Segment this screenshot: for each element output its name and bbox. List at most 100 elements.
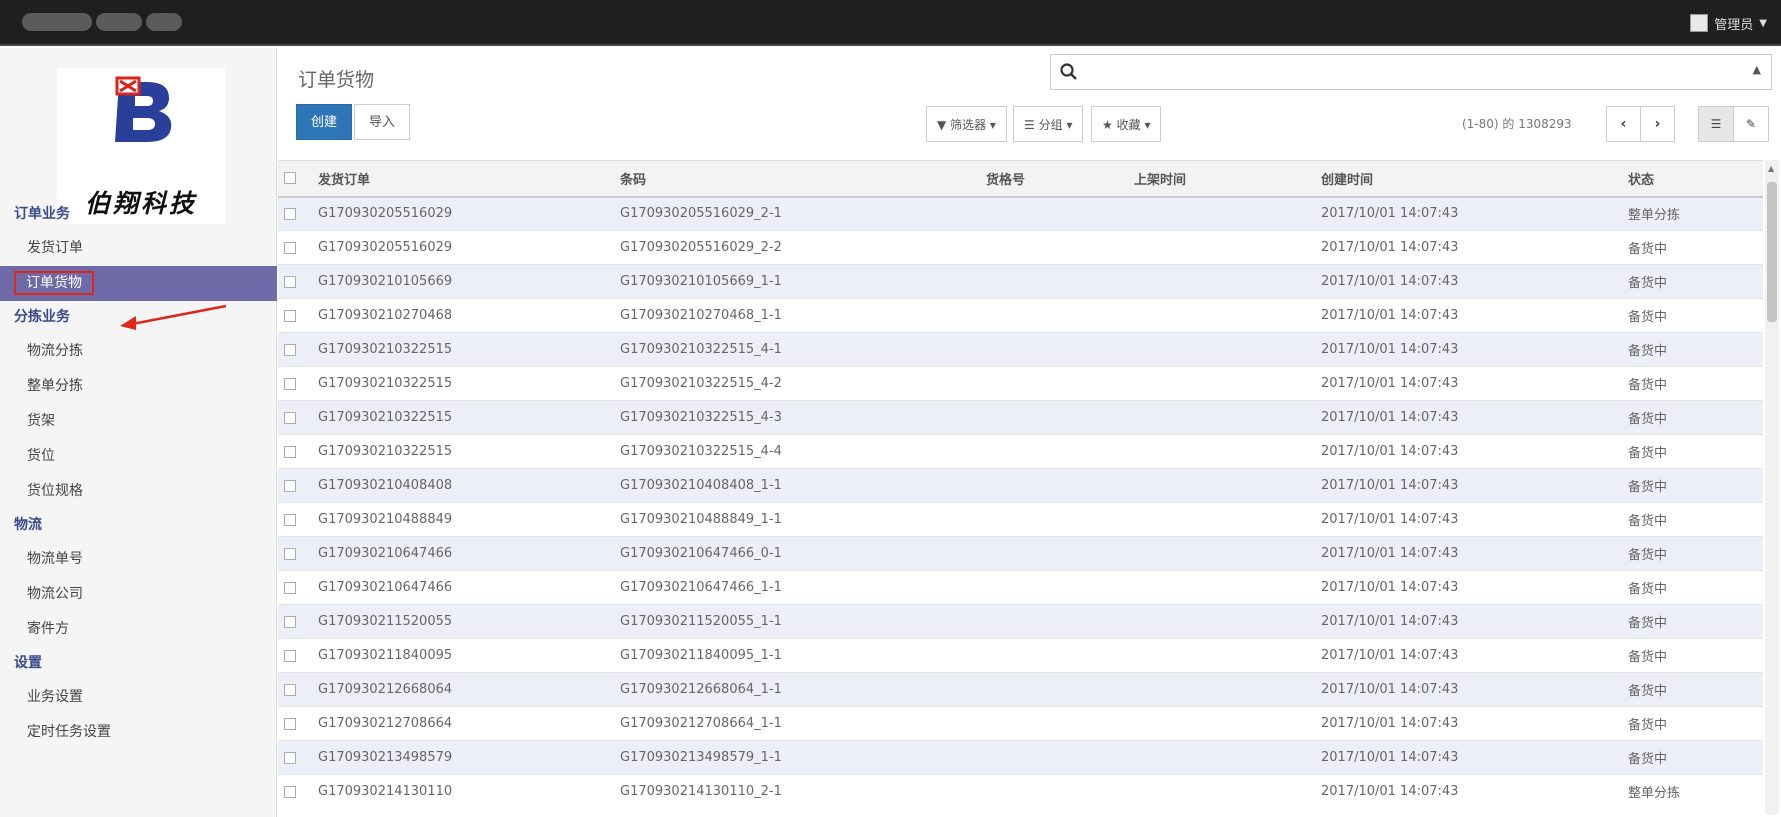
table-row[interactable]: G170930214130110 G170930214130110_2-1 2017… — [278, 774, 1763, 809]
table-row[interactable]: G170930210647466 G170930210647466_0-1 2017… — [278, 536, 1763, 571]
sidebar-section-settings[interactable]: 设置 — [0, 647, 277, 680]
cell-created-time: 2017/10/01 14:07:43 — [1315, 502, 1622, 537]
column-header-slot-number[interactable]: 货格号 — [980, 160, 1128, 198]
scroll-up-icon[interactable]: ▲ — [1768, 164, 1774, 173]
cell-shelved-time — [1128, 468, 1315, 503]
row-checkbox[interactable] — [284, 309, 296, 322]
pager-previous-button[interactable]: ‹ — [1606, 106, 1641, 142]
row-checkbox[interactable] — [284, 615, 296, 628]
cell-status: 备货中 — [1622, 536, 1763, 571]
cell-barcode: G170930210322515_4-1 — [614, 332, 980, 367]
sidebar-item-tracking-number[interactable]: 物流单号 — [0, 542, 277, 577]
row-checkbox[interactable] — [284, 751, 296, 764]
sidebar-item-order-sorting[interactable]: 整单分拣 — [0, 369, 277, 404]
cell-shelved-time — [1128, 332, 1315, 367]
cell-status: 备货中 — [1622, 264, 1763, 299]
search-input[interactable] — [1087, 59, 1707, 85]
column-header-created-time[interactable]: 创建时间 — [1315, 160, 1622, 198]
row-checkbox[interactable] — [284, 411, 296, 424]
table-row[interactable]: G170930210647466 G170930210647466_1-1 2017… — [278, 570, 1763, 605]
table-row[interactable]: G170930210408408 G170930210408408_1-1 2017… — [278, 468, 1763, 503]
sidebar-item-order-goods[interactable]: 订单货物 — [0, 266, 277, 301]
chevron-right-icon: › — [1654, 116, 1661, 132]
cell-barcode: G170930205516029_2-1 — [614, 196, 980, 231]
sidebar-section-order[interactable]: 订单业务 — [0, 198, 277, 231]
group-by-button[interactable]: ☰ 分组 ▾ — [1013, 106, 1084, 142]
cell-status: 整单分拣 — [1622, 196, 1763, 231]
cell-shipping-order: G170930210322515 — [312, 400, 614, 435]
sidebar-item-shelf[interactable]: 货架 — [0, 404, 277, 439]
row-checkbox[interactable] — [284, 717, 296, 730]
table-row[interactable]: G170930210105669 G170930210105669_1-1 2017… — [278, 264, 1763, 299]
sidebar-item-logistics-company[interactable]: 物流公司 — [0, 577, 277, 612]
sidebar-item-shipping-orders[interactable]: 发货订单 — [0, 231, 277, 266]
column-header-shipping-order[interactable]: 发货订单 — [312, 160, 614, 198]
cell-slot-number — [980, 434, 1128, 469]
chevron-up-icon[interactable]: ▲ — [1753, 63, 1761, 76]
row-checkbox[interactable] — [284, 445, 296, 458]
column-header-shelved-time[interactable]: 上架时间 — [1128, 160, 1315, 198]
sidebar-item-sender[interactable]: 寄件方 — [0, 612, 277, 647]
create-button[interactable]: 创建 — [296, 104, 353, 140]
table-row[interactable]: G170930210322515 G170930210322515_4-3 2017… — [278, 400, 1763, 435]
cell-slot-number — [980, 502, 1128, 537]
sidebar-nav: 订单业务 发货订单 订单货物 分拣业务 物流分拣 整单分拣 货架 货位 货位规格… — [0, 198, 277, 750]
row-checkbox[interactable] — [284, 343, 296, 356]
row-checkbox[interactable] — [284, 241, 296, 254]
table-row[interactable]: G170930212708664 G170930212708664_1-1 2017… — [278, 706, 1763, 741]
cell-status: 备货中 — [1622, 638, 1763, 673]
column-header-barcode[interactable]: 条码 — [614, 160, 980, 198]
table-row[interactable]: G170930213498579 G170930213498579_1-1 2017… — [278, 740, 1763, 775]
table-scrollbar[interactable]: ▲ — [1765, 160, 1779, 815]
cell-shipping-order: G170930210647466 — [312, 570, 614, 605]
row-checkbox[interactable] — [284, 207, 296, 220]
table-row[interactable]: G170930210270468 G170930210270468_1-1 2017… — [278, 298, 1763, 333]
sidebar-section-logistics[interactable]: 物流 — [0, 509, 277, 542]
row-checkbox[interactable] — [284, 479, 296, 492]
row-checkbox[interactable] — [284, 683, 296, 696]
row-checkbox[interactable] — [284, 275, 296, 288]
table-row[interactable]: G170930212668064 G170930212668064_1-1 2017… — [278, 672, 1763, 707]
row-checkbox[interactable] — [284, 785, 296, 798]
pager-next-button[interactable]: › — [1640, 106, 1675, 142]
filters-button[interactable]: ▼ 筛选器 ▾ — [926, 106, 1007, 142]
row-checkbox[interactable] — [284, 513, 296, 526]
table-row[interactable]: G170930210322515 G170930210322515_4-4 2017… — [278, 434, 1763, 469]
cell-shipping-order: G170930214130110 — [312, 774, 614, 809]
table-row[interactable]: G170930210322515 G170930210322515_4-2 2017… — [278, 366, 1763, 401]
cell-created-time: 2017/10/01 14:07:43 — [1315, 774, 1622, 809]
column-header-status[interactable]: 状态 — [1622, 160, 1763, 198]
table-row[interactable]: G170930210488849 G170930210488849_1-1 2017… — [278, 502, 1763, 537]
cell-created-time: 2017/10/01 14:07:43 — [1315, 298, 1622, 333]
row-checkbox[interactable] — [284, 581, 296, 594]
table-row[interactable]: G170930205516029 G170930205516029_2-1 2017… — [278, 196, 1763, 231]
cell-barcode: G170930213498579_1-1 — [614, 740, 980, 775]
user-menu[interactable]: 管理员 ▼ — [1690, 10, 1767, 36]
select-all-checkbox[interactable] — [284, 172, 296, 185]
sidebar-item-slot[interactable]: 货位 — [0, 439, 277, 474]
brand-logo[interactable] — [22, 10, 212, 34]
sidebar-item-scheduled-task-settings[interactable]: 定时任务设置 — [0, 715, 277, 750]
sidebar-item-slot-spec[interactable]: 货位规格 — [0, 474, 277, 509]
row-checkbox[interactable] — [284, 377, 296, 390]
table-row[interactable]: G170930211520055 G170930211520055_1-1 2017… — [278, 604, 1763, 639]
cell-shipping-order: G170930210322515 — [312, 332, 614, 367]
favorites-button[interactable]: ★ 收藏 ▾ — [1091, 106, 1162, 142]
scrollbar-thumb[interactable] — [1767, 182, 1777, 322]
cell-slot-number — [980, 706, 1128, 741]
sidebar-item-logistics-sorting[interactable]: 物流分拣 — [0, 334, 277, 369]
sidebar-item-business-settings[interactable]: 业务设置 — [0, 680, 277, 715]
row-checkbox[interactable] — [284, 547, 296, 560]
cell-created-time: 2017/10/01 14:07:43 — [1315, 740, 1622, 775]
form-view-button[interactable]: ✎ — [1733, 106, 1769, 142]
cell-slot-number — [980, 638, 1128, 673]
sidebar-section-sorting[interactable]: 分拣业务 — [0, 301, 277, 334]
cell-slot-number — [980, 400, 1128, 435]
table-row[interactable]: G170930205516029 G170930205516029_2-2 2017… — [278, 230, 1763, 265]
list-view-button[interactable]: ☰ — [1698, 106, 1734, 142]
table-row[interactable]: G170930210322515 G170930210322515_4-1 2017… — [278, 332, 1763, 367]
cell-shipping-order: G170930210488849 — [312, 502, 614, 537]
row-checkbox[interactable] — [284, 649, 296, 662]
table-row[interactable]: G170930211840095 G170930211840095_1-1 2017… — [278, 638, 1763, 673]
import-button[interactable]: 导入 — [354, 104, 411, 140]
